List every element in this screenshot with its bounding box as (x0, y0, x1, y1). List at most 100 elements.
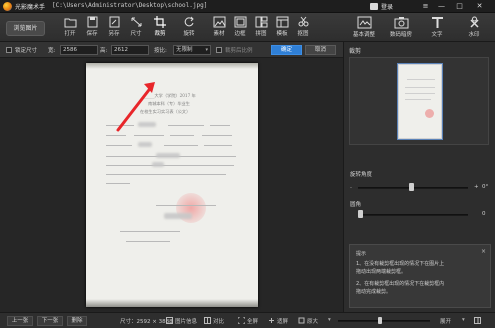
doc-rule (210, 125, 230, 126)
cutout-button[interactable]: 抠图 (292, 16, 314, 41)
doc-rule (120, 231, 180, 232)
prev-image-button[interactable]: 上一张 (7, 316, 33, 326)
image-size-text: 尺寸：2592 × 3888 (120, 319, 173, 325)
thumb-seal (425, 109, 434, 118)
save-icon (87, 16, 97, 28)
doc-rule (106, 183, 130, 184)
original-size-icon (298, 317, 305, 324)
save-as-button[interactable]: 另存 (103, 16, 125, 41)
compare-button[interactable]: 对比 (213, 317, 224, 325)
digital-darkroom-button[interactable]: 数码暗房 (383, 16, 419, 42)
width-label: 宽: (48, 48, 56, 54)
thumb-rule (407, 79, 435, 80)
height-input[interactable]: 2612 (111, 45, 149, 55)
doc-rule (168, 125, 204, 126)
user-icon (370, 3, 378, 10)
folder-open-icon (64, 18, 76, 28)
rotate-icon (184, 16, 194, 27)
thumbnail-preview[interactable] (349, 57, 489, 145)
confirm-button[interactable]: 确定 (271, 45, 302, 55)
minimize-button[interactable]: — (437, 2, 446, 11)
cancel-button[interactable]: 取消 (305, 45, 336, 55)
doc-rule (170, 135, 194, 136)
rotation-slider-knob[interactable] (409, 183, 414, 191)
lock-size-checkbox[interactable] (6, 47, 12, 53)
collage-button[interactable]: 拼图 (250, 16, 272, 41)
zoom-slider-knob[interactable] (378, 317, 382, 324)
save-as-icon (109, 16, 119, 28)
fullscreen-button[interactable]: 全屏 (247, 317, 258, 325)
cutout-icon (298, 16, 308, 27)
app-name: 光影魔术手 (15, 4, 46, 11)
delete-button[interactable]: 删除 (67, 316, 87, 326)
image-info-button[interactable]: 图片信息 (175, 317, 197, 325)
resize-icon (131, 17, 141, 27)
maximize-button[interactable]: □ (455, 2, 464, 11)
save-button[interactable]: 保存 (81, 16, 103, 41)
close-button[interactable]: ✕ (475, 2, 484, 11)
thumb-rule (405, 93, 435, 94)
ratio-checkbox[interactable] (216, 47, 222, 53)
crop-button[interactable]: 裁剪 (149, 16, 171, 41)
ratio-label: 按比: (154, 48, 167, 54)
thumbnail-heading: 裁剪 (349, 48, 362, 55)
redacted-block (164, 213, 192, 219)
doc-rule (126, 241, 170, 242)
photo-shadow-top (86, 63, 258, 69)
open-button[interactable]: 打开 (59, 16, 81, 41)
redacted-block (138, 142, 152, 147)
rotate-button[interactable]: 旋转 (178, 16, 200, 41)
next-image-button[interactable]: 下一张 (37, 316, 63, 326)
expand-button[interactable]: 展开 (440, 317, 451, 325)
app-logo-icon (3, 2, 12, 11)
crop-icon (153, 16, 166, 28)
status-bar: 上一张 下一张 删除 尺寸：2592 × 3888 图片信息 对比 全屏 适屏 … (0, 312, 495, 328)
close-tips-icon[interactable]: × (481, 248, 486, 255)
info-icon (166, 317, 173, 324)
template-button[interactable]: 模板 (271, 16, 293, 41)
tips-line: 拖动完成裁剪。 (356, 289, 392, 295)
round-slider-track[interactable] (358, 214, 468, 216)
panel-toggle-icon[interactable] (474, 317, 481, 324)
expand-chevron-icon[interactable]: ▾ (462, 317, 465, 323)
width-input[interactable]: 2586 (60, 45, 98, 55)
redacted-block (156, 153, 180, 158)
zoom-out-icon[interactable]: ▾ (328, 317, 331, 323)
fit-screen-button[interactable]: 适屏 (277, 317, 288, 325)
doc-rule (164, 145, 198, 146)
material-button[interactable]: 素材 (208, 16, 230, 41)
watermark-icon (469, 16, 479, 28)
rotation-label: 旋转角度 (350, 172, 373, 178)
resize-button[interactable]: 尺寸 (125, 16, 147, 41)
watermark-button[interactable]: 水印 (456, 16, 492, 42)
thumb-rule (405, 99, 431, 100)
login-button[interactable]: 登录 (370, 1, 410, 12)
round-value: 0 (482, 211, 486, 217)
right-panel: 裁剪 旋转角度 - + 0° 圆角 0 × 提示 1、在没有裁剪框出现的情况下在… (343, 42, 495, 312)
rotation-min-mark: - (350, 185, 352, 191)
zoom-slider-track[interactable] (338, 320, 430, 322)
text-icon (431, 17, 443, 28)
doc-rule (106, 145, 132, 146)
original-size-button[interactable]: 原大 (307, 317, 318, 325)
rotation-max-mark: + (474, 184, 479, 190)
height-label: 高: (100, 48, 108, 54)
image-canvas[interactable]: _____大学（学院）2017 年 南城本科（专）毕业生 在校生实习实习表（公文… (0, 58, 343, 312)
tips-title: 提示 (356, 251, 367, 257)
tips-line: 拖动出现两端裁剪框。 (356, 269, 407, 275)
text-button[interactable]: 文字 (419, 16, 455, 42)
redacted-block (152, 162, 164, 167)
round-slider-knob[interactable] (358, 210, 363, 218)
fit-screen-icon (269, 318, 274, 323)
lock-size-label: 锁定尺寸 (15, 48, 38, 54)
browse-images-button[interactable]: 浏览图片 (6, 21, 45, 36)
doc-rule (156, 205, 216, 206)
tips-line: 2、在有裁剪框出现的情况下在裁剪框内 (356, 281, 445, 287)
basic-adjust-button[interactable]: 基本调整 (346, 16, 382, 42)
crop-options-bar: 锁定尺寸 宽: 2586 高: 2612 按比: 无限制 裁剪后比例 确定 取消 (0, 42, 343, 58)
ratio-select[interactable]: 无限制 (173, 45, 211, 55)
doc-rule (204, 145, 232, 146)
login-label: 登录 (381, 4, 394, 11)
menu-icon[interactable]: ≡ (421, 2, 430, 11)
border-button[interactable]: 边框 (229, 16, 251, 41)
